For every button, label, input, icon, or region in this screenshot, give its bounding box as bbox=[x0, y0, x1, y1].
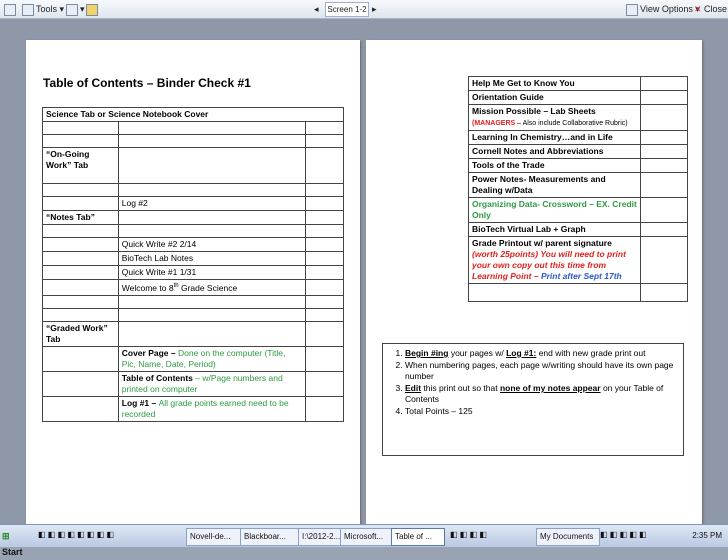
table-row: “On-Going Work” Tab bbox=[42, 147, 119, 184]
next-screen-button[interactable]: ▸ bbox=[372, 2, 377, 16]
list-item: Learning In Chemistry…and in Life bbox=[467, 130, 642, 145]
my-documents-button[interactable]: My Documents bbox=[536, 528, 600, 546]
list-item: Help Me Get to Know You bbox=[467, 76, 642, 91]
list-item: Grade Printout w/ parent signature (wort… bbox=[467, 236, 642, 284]
list-item: Table of Contents – w/Page numbers and p… bbox=[117, 370, 306, 397]
taskbar-item[interactable]: Table of ... bbox=[391, 528, 445, 546]
taskbar-item[interactable]: Microsoft... bbox=[340, 528, 394, 546]
clock: 2:35 PM bbox=[692, 531, 722, 540]
list-item: Begin #ing your pages w/ Log #1: end wit… bbox=[405, 348, 679, 359]
taskbar: ⊞ Start ◧ ◧ ◧ ◧ ◧ ◧ ◧ ◧ Novell-de... Bla… bbox=[0, 524, 728, 557]
save-icon[interactable] bbox=[4, 2, 18, 16]
start-button[interactable]: ⊞ Start bbox=[2, 528, 32, 557]
table-row: Science Tab or Science Notebook Cover bbox=[42, 107, 344, 122]
toc-table: Science Tab or Science Notebook Cover “O… bbox=[42, 107, 345, 422]
close-icon: ✕ bbox=[694, 4, 705, 14]
tools-icon bbox=[22, 3, 34, 16]
view-icon bbox=[626, 3, 638, 16]
table-row: “Notes Tab” bbox=[42, 210, 119, 225]
tools-menu[interactable]: Tools ▾ bbox=[22, 2, 64, 16]
list-item: Cornell Notes and Abbreviations bbox=[467, 144, 642, 159]
list-item: Organizing Data- Crossword – EX. Credit … bbox=[467, 197, 642, 223]
prev-screen-button[interactable]: ◂ bbox=[314, 2, 319, 16]
tray-icons-right[interactable]: ◧ ◧ ◧ ◧ ◧ bbox=[600, 530, 647, 539]
list-item: Mission Possible – Lab Sheets (MANAGERS … bbox=[467, 104, 642, 131]
taskbar-item[interactable]: Novell-de... bbox=[186, 528, 242, 546]
document-area: Table of Contents – Binder Check #1 Scie… bbox=[0, 19, 728, 524]
instructions-box: Begin #ing your pages w/ Log #1: end wit… bbox=[382, 343, 684, 456]
assignment-table: Help Me Get to Know You Orientation Guid… bbox=[467, 76, 688, 302]
list-item: Tools of the Trade bbox=[467, 158, 642, 173]
list-item: Orientation Guide bbox=[467, 90, 642, 105]
viewer-toolbar: Tools ▾ ▾ ◂ Screen 1-2 of 2 ▸ View Optio… bbox=[0, 0, 728, 27]
view-options-button[interactable]: View Options ▾ bbox=[626, 2, 700, 16]
highlight-tool[interactable]: ▾ bbox=[66, 2, 85, 16]
list-item: Power Notes- Measurements and Dealing w/… bbox=[467, 172, 642, 198]
close-button[interactable]: ✕ Close bbox=[694, 2, 727, 16]
tray-icons-left[interactable]: ◧ ◧ ◧ ◧ bbox=[450, 530, 487, 539]
list-item: Cover Page – Done on the computer (Title… bbox=[117, 345, 306, 372]
table-row: “Graded Work” Tab bbox=[42, 320, 119, 347]
list-item: When numbering pages, each page w/writin… bbox=[405, 360, 679, 382]
list-item: Edit this print out so that none of my n… bbox=[405, 383, 679, 405]
folder-icon[interactable] bbox=[86, 2, 100, 16]
screen-indicator: Screen 1-2 of 2 bbox=[325, 2, 369, 27]
list-item: Quick Write #1 1/31 bbox=[117, 265, 306, 280]
tools-label: Tools bbox=[36, 4, 58, 14]
windows-icon: ⊞ bbox=[2, 531, 10, 541]
page-title: Table of Contents – Binder Check #1 bbox=[43, 76, 251, 90]
quick-launch-icons[interactable]: ◧ ◧ ◧ ◧ ◧ ◧ ◧ ◧ bbox=[38, 530, 114, 539]
pen-icon bbox=[66, 3, 78, 16]
list-item: BioTech Virtual Lab + Graph bbox=[467, 222, 642, 237]
list-item: Total Points – 125 bbox=[405, 406, 679, 417]
list-item: BioTech Lab Notes bbox=[117, 251, 306, 266]
taskbar-item[interactable]: Blackboar... bbox=[240, 528, 300, 546]
list-item: Log #2 bbox=[117, 196, 306, 211]
list-item: Quick Write #2 2/14 bbox=[117, 237, 306, 252]
list-item: Welcome to 8th Grade Science bbox=[117, 279, 306, 296]
right-page: Help Me Get to Know You Orientation Guid… bbox=[366, 40, 702, 524]
list-item: Log #1 – All grade points earned need to… bbox=[117, 395, 306, 422]
left-page: Table of Contents – Binder Check #1 Scie… bbox=[26, 40, 360, 524]
taskbar-item[interactable]: I:\2012-2... bbox=[298, 528, 342, 546]
